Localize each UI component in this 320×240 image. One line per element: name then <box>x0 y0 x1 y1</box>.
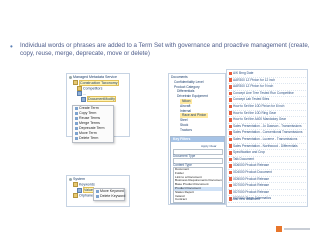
document-item[interactable]: AAR300 1Z Pinion for 12 inch <box>228 78 306 85</box>
document-item[interactable]: Sales Presentation - Northwood - Differe… <box>228 144 306 151</box>
filter-tree-item[interactable]: Tractors <box>171 128 223 133</box>
bullet-text: Individual words or phrases are added to… <box>20 42 310 57</box>
add-document-link[interactable]: + Add new document <box>230 197 260 201</box>
key-filters-box: Key Filters Apply Clear Document Type Co… <box>170 136 225 204</box>
document-item[interactable]: How to Set the A400 Mandatory Gear <box>228 117 306 124</box>
document-item[interactable]: Concept Lab Tested Sites <box>228 97 306 104</box>
document-item[interactable]: XD7000 Product Release <box>228 183 306 190</box>
filter-actions: Apply Clear <box>201 144 217 148</box>
key-filters-title: Key Filters <box>171 137 224 142</box>
keyword-context-menu: Move Keyword Delete Keyword <box>93 188 125 201</box>
folder-icon <box>73 193 78 199</box>
term-icon <box>81 96 86 102</box>
content-type-listbox[interactable]: Document Folder Link to a Document Busin… <box>173 167 223 203</box>
document-item[interactable]: How to Set the 10D Pinion for 8 inch <box>228 104 306 111</box>
document-item[interactable]: XD7000 Product Release <box>228 190 306 197</box>
gear-icon <box>69 177 72 181</box>
gear-icon <box>69 75 72 79</box>
document-list-panel: A/K Brng Date AAR300 1Z Pinion for 12 in… <box>226 69 308 207</box>
document-item[interactable]: Sales Presentation - Lucerne - Transmiss… <box>228 137 306 144</box>
document-item[interactable]: Sales Presentation - Jo Dawson - Transmi… <box>228 124 306 131</box>
term-icon <box>77 91 82 97</box>
system-panel: System Keywords Value Orphaned Terms Mov… <box>66 175 130 207</box>
document-item[interactable]: Concept Line Tree Tested Run Competitive <box>228 91 306 98</box>
menu-item-delete-term[interactable]: Delete Term <box>73 136 113 141</box>
bullet-icon: • <box>10 42 13 51</box>
folder-icon <box>73 182 78 188</box>
clear-button[interactable]: Clear <box>209 144 216 148</box>
document-item[interactable]: XD4000 Product Document <box>228 170 306 177</box>
document-item[interactable]: Specification and Crop <box>228 150 306 157</box>
document-item[interactable]: XD5000 Product Release <box>228 177 306 184</box>
term-icon <box>77 187 82 193</box>
tree-item-document-modify[interactable]: DocumentModify <box>69 96 127 103</box>
folder-icon <box>73 80 78 86</box>
document-item[interactable]: AAR300 1Z Pinion for 9 inch <box>228 84 306 91</box>
menu-item-delete-keyword[interactable]: Delete Keyword <box>94 194 125 199</box>
term-context-menu: Create Term Copy Term Reuse Terms Merge … <box>72 105 114 143</box>
listbox-option[interactable]: Contract <box>174 198 222 202</box>
logo-icon <box>276 226 310 232</box>
document-item[interactable]: XD6000 Product Release <box>228 163 306 170</box>
filter-tree: Documents Confidentiality Level Product … <box>171 75 223 133</box>
filter-panel: Documents Confidentiality Level Product … <box>168 73 226 205</box>
document-item[interactable]: A/K Brng Date <box>228 71 306 78</box>
term-store-tree: Managed Metadata Service Construction Ta… <box>69 75 127 103</box>
document-list: A/K Brng Date AAR300 1Z Pinion for 12 in… <box>228 71 306 203</box>
folder-icon <box>77 85 82 91</box>
term-store-panel: Managed Metadata Service Construction Ta… <box>66 73 130 143</box>
document-item[interactable]: Sales Presentation - Conventional Transm… <box>228 130 306 137</box>
apply-button[interactable]: Apply <box>201 144 209 148</box>
document-item[interactable]: How to Set the 10D Ring Gear <box>228 111 306 118</box>
document-item[interactable]: Talk Document <box>228 157 306 164</box>
